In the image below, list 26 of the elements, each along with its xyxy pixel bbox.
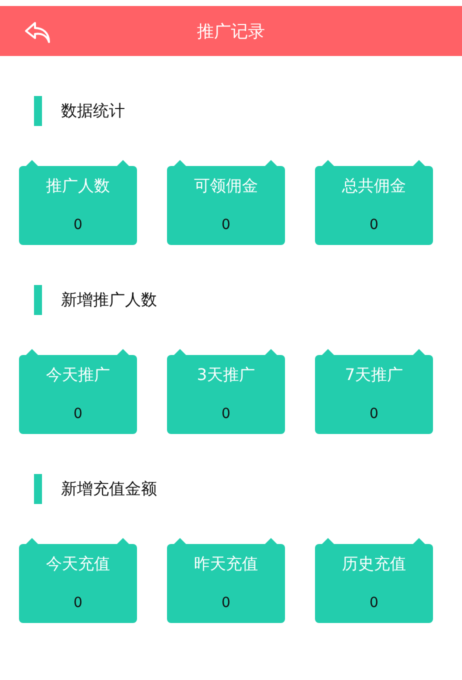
stat-label: 推广人数 xyxy=(46,176,110,197)
stat-label: 今天充值 xyxy=(46,554,110,575)
section-marker xyxy=(34,285,42,315)
stat-value: 0 xyxy=(74,595,82,611)
stat-label: 今天推广 xyxy=(46,365,110,386)
stat-label: 总共佣金 xyxy=(342,176,406,197)
section-title: 新增充值金额 xyxy=(61,478,157,500)
section-title: 新增推广人数 xyxy=(61,290,157,310)
stat-label: 可领佣金 xyxy=(194,176,258,197)
stat-label: 3天推广 xyxy=(196,365,256,386)
section-marker xyxy=(34,474,42,504)
stat-label: 昨天充值 xyxy=(194,554,258,575)
stat-value: 0 xyxy=(222,406,230,422)
stat-value: 0 xyxy=(222,217,230,233)
stat-value: 0 xyxy=(222,595,230,611)
section-marker xyxy=(34,96,42,126)
stat-label: 历史充值 xyxy=(342,554,406,575)
back-icon[interactable] xyxy=(24,20,52,44)
stat-value: 0 xyxy=(370,406,378,422)
stat-value: 0 xyxy=(74,217,82,233)
stat-value: 0 xyxy=(370,217,378,233)
stat-label: 7天推广 xyxy=(344,365,404,386)
stat-value: 0 xyxy=(370,595,378,611)
stat-value: 0 xyxy=(74,406,82,422)
section-title: 数据统计 xyxy=(61,100,125,122)
page-title: 推广记录 xyxy=(197,20,265,42)
